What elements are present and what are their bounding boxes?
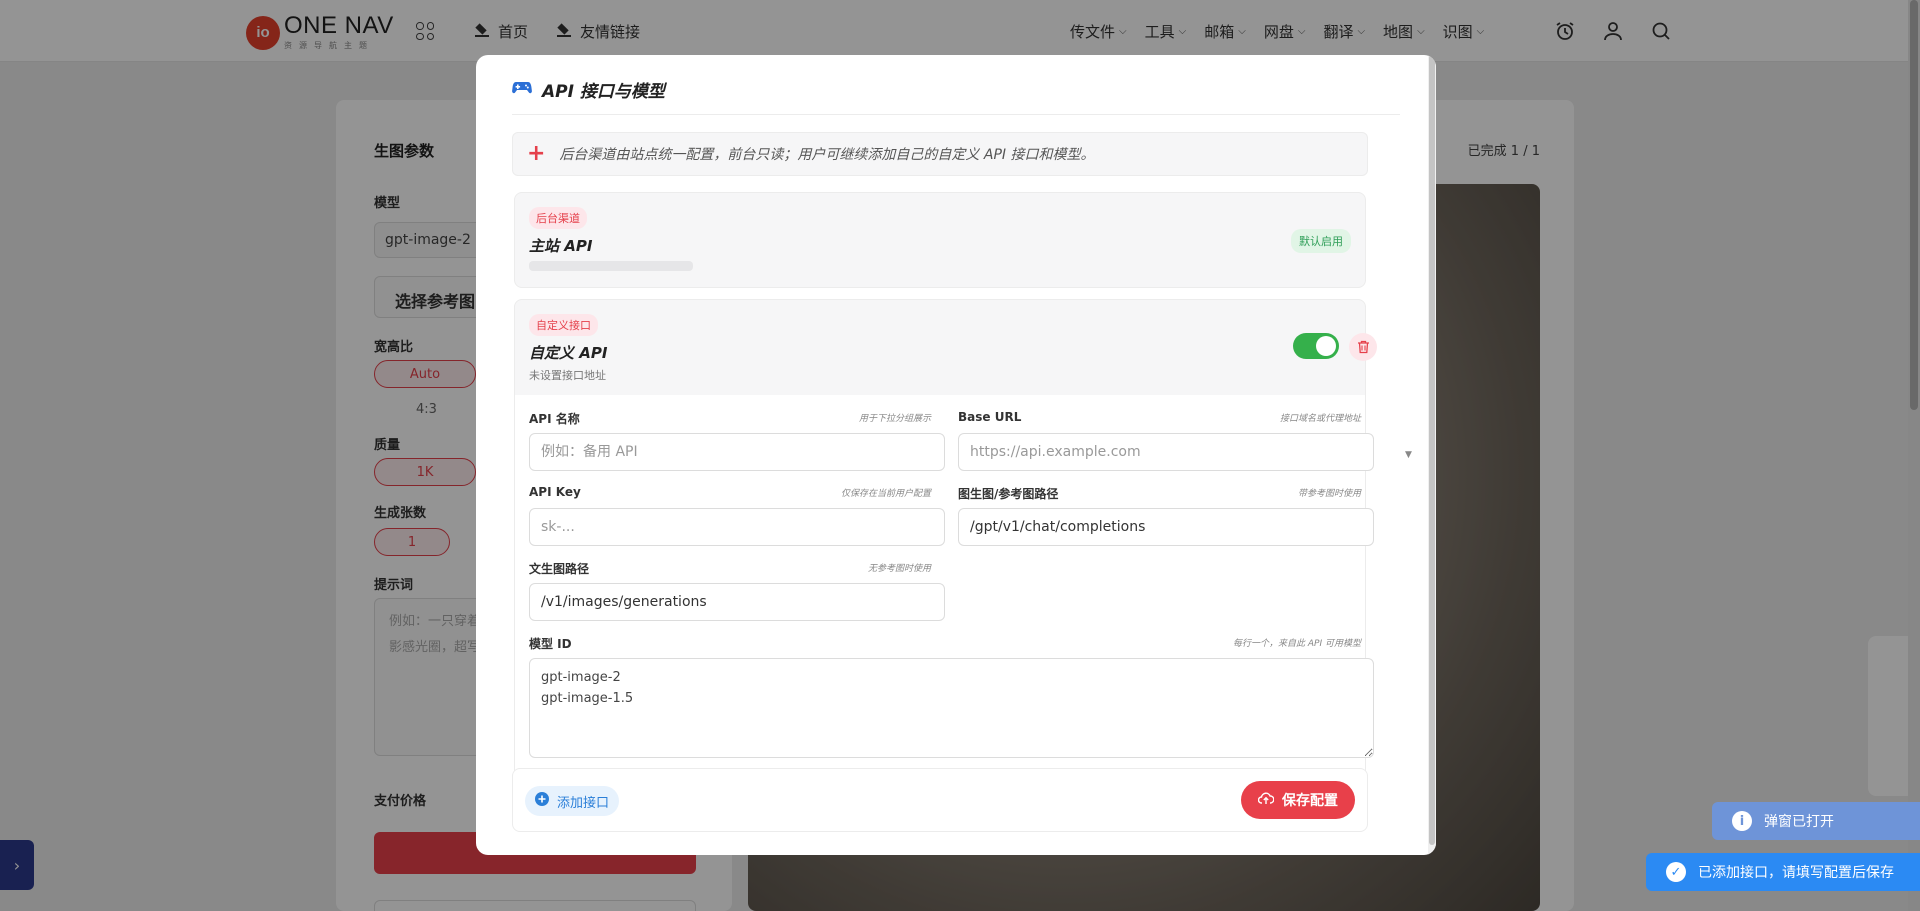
modal-scrollbar-thumb[interactable] — [1429, 55, 1435, 845]
custom-api-enable-toggle[interactable] — [1293, 333, 1339, 359]
add-api-button[interactable]: 添加接口 — [525, 786, 620, 816]
notice-banner: + 后台渠道由站点统一配置，前台只读；用户可继续添加自己的自定义 API 接口和… — [512, 132, 1368, 176]
caret-down-icon: ▼ — [1405, 450, 1412, 460]
model-id-label: 模型 ID — [529, 637, 572, 651]
custom-api-card: 自定义接口 自定义 API 未设置接口地址 — [514, 299, 1377, 409]
img2img-path-input[interactable] — [958, 508, 1374, 546]
custom-api-subtitle: 未设置接口地址 — [529, 369, 606, 382]
api-key-label: API Key — [529, 485, 581, 499]
custom-api-name: 自定义 API — [529, 344, 608, 362]
plus-icon: + — [527, 141, 546, 166]
backend-channel-name: 主站 API — [529, 237, 593, 255]
notice-text: 后台渠道由站点统一配置，前台只读；用户可继续添加自己的自定义 API 接口和模型… — [559, 147, 1095, 163]
modal-title: API 接口与模型 — [542, 82, 665, 102]
gamepad-icon — [512, 77, 532, 99]
txt2img-path-label: 文生图路径 — [529, 562, 590, 576]
save-config-button[interactable]: 保存配置 — [1241, 781, 1355, 819]
modal-scrollbar[interactable] — [1428, 55, 1436, 855]
toast-modal-opened: i 弹窗已打开 — [1712, 802, 1920, 840]
txt2img-path-hint: 无参考图时使用 — [867, 564, 931, 574]
custom-api-badge: 自定义接口 — [529, 314, 598, 336]
toast-text: 已添加接口，请填写配置后保存 — [1698, 865, 1894, 881]
toast-api-added: ✓ 已添加接口，请填写配置后保存 — [1646, 853, 1920, 891]
default-enabled-badge: 默认启用 — [1291, 229, 1351, 253]
save-config-label: 保存配置 — [1282, 793, 1338, 809]
add-api-label: 添加接口 — [557, 795, 610, 811]
custom-api-form: API 名称 用于下拉分组展示 Base URL 接口域名或代理地址 API K… — [514, 395, 1374, 800]
api-name-input[interactable] — [529, 433, 945, 471]
img2img-path-label: 图生图/参考图路径 — [958, 487, 1059, 501]
toggle-knob — [1316, 336, 1336, 356]
check-circle-icon: ✓ — [1666, 862, 1686, 882]
base-url-input[interactable] — [958, 433, 1374, 471]
toast-text: 弹窗已打开 — [1764, 814, 1834, 830]
modal-header: API 接口与模型 — [512, 77, 1400, 115]
api-key-input[interactable] — [529, 508, 945, 546]
api-config-modal: API 接口与模型 + 后台渠道由站点统一配置，前台只读；用户可继续添加自己的自… — [476, 55, 1436, 855]
modal-footer: 添加接口 保存配置 — [512, 768, 1368, 832]
backend-channel-badge: 后台渠道 — [529, 207, 587, 229]
base-url-hint: 接口域名或代理地址 — [1279, 414, 1361, 424]
api-name-hint: 用于下拉分组展示 — [858, 414, 931, 424]
base-url-label: Base URL — [958, 410, 1022, 424]
cloud-upload-icon — [1257, 791, 1275, 809]
img2img-path-hint: 带参考图时使用 — [1297, 489, 1361, 499]
model-id-textarea[interactable] — [529, 658, 1374, 758]
model-id-hint: 每行一个，来自此 API 可用模型 — [1233, 639, 1361, 649]
api-name-label: API 名称 — [529, 412, 580, 426]
api-key-hint: 仅保存在当前用户配置 — [840, 489, 931, 499]
backend-channel-card: 后台渠道 主站 API 默认启用 — [514, 192, 1366, 288]
delete-api-icon[interactable] — [1349, 333, 1377, 361]
plus-circle-icon — [535, 792, 549, 810]
redacted-url — [529, 261, 693, 271]
txt2img-path-input[interactable] — [529, 583, 945, 621]
info-icon: i — [1732, 811, 1752, 831]
